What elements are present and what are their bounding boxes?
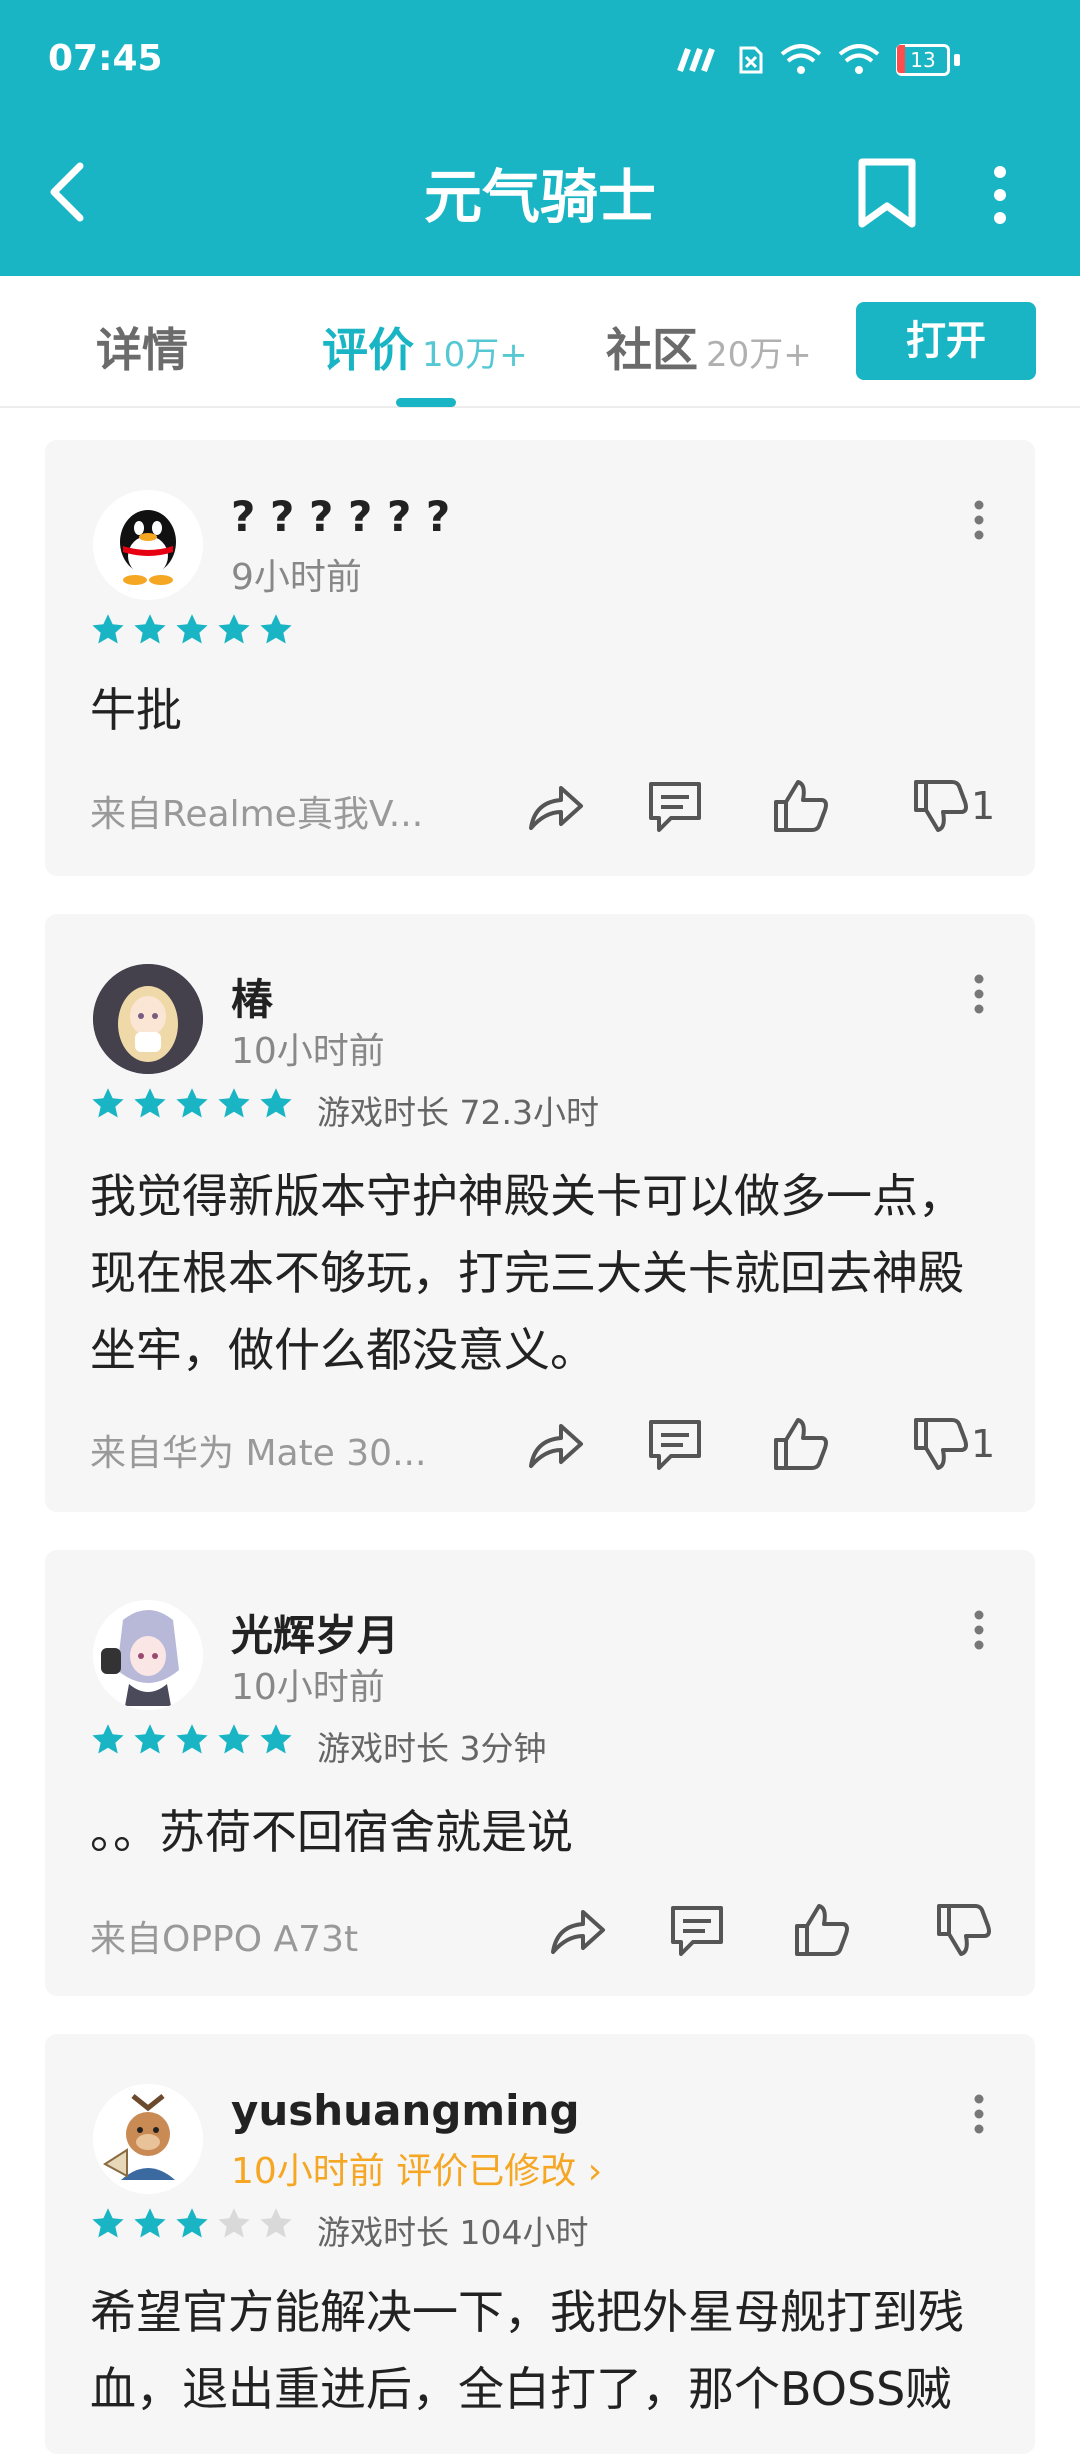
card-menu-icon[interactable] [973,2094,985,2134]
review-content[interactable]: 我觉得新版本守护神殿关卡可以做多一点，现在根本不够玩，打完三大关卡就回去神殿坐牢… [90,1158,990,1389]
review-username[interactable]: ? ? ? ? ? ? [231,492,450,541]
review-username[interactable]: 光辉岁月 [231,1602,399,1663]
star-filled-icon [134,614,166,644]
review-card: ? ? ? ? ? ? 9小时前 牛批 来自Realme真我V... 1 [45,440,1035,876]
tab-reviews[interactable]: 评价 10万+ [322,314,528,380]
star-filled-icon [92,614,124,644]
comment-icon[interactable] [645,1416,705,1472]
wifi-icon-2 [838,44,880,74]
more-options-button[interactable] [980,160,1020,230]
tab-reviews-count: 10万+ [422,335,528,375]
star-filled-icon [260,1724,292,1754]
review-content[interactable]: 希望官方能解决一下，我把外星母舰打到残血，退出重进后，全白打了，那个BOSS贼 [90,2274,990,2428]
rating-stars [90,612,294,648]
playtime: 游戏时长 104小时 [317,2213,589,2252]
avatar[interactable] [93,964,203,1074]
avatar[interactable] [93,2084,203,2194]
cartoon-scholar-avatar-icon [93,2084,203,2194]
dislike-icon[interactable] [910,778,970,834]
star-filled-icon [134,1088,166,1118]
anime-warrior-avatar-icon [93,1600,203,1710]
star-filled-icon [92,2208,124,2238]
tab-community-count: 20万+ [706,335,812,375]
card-menu-icon[interactable] [973,974,985,1014]
playtime: 游戏时长 3分钟 [317,1729,547,1768]
share-icon[interactable] [547,1902,607,1958]
review-device: 来自OPPO A73t [90,1919,359,1960]
star-filled-icon [260,1088,292,1118]
status-icons: 13 [676,44,960,76]
wifi-icon [780,44,822,74]
playtime: 游戏时长 72.3小时 [317,1093,599,1132]
tab-details-label: 详情 [96,323,188,377]
comment-icon[interactable] [645,778,705,834]
review-time: 10小时前 [231,1667,385,1708]
tab-community-label: 社区 [606,323,698,377]
active-tab-indicator [396,398,456,407]
share-icon[interactable] [525,1416,585,1472]
review-time: 10小时前 [231,1031,385,1072]
anime-girl-avatar-icon [93,964,203,1074]
rating-stars [90,1722,294,1758]
star-filled-icon [134,1724,166,1754]
review-username[interactable]: yushuangming [231,2086,580,2135]
review-card: yushuangming 10小时前 评价已修改 › 游戏时长 104小时 希望… [45,2034,1035,2454]
star-filled-icon [92,1088,124,1118]
like-icon[interactable] [770,778,830,834]
star-filled-icon [260,614,292,644]
star-empty-icon [260,2208,292,2238]
app-header: 07:45 13 元气骑士 [0,0,1080,276]
status-time: 07:45 [48,38,163,79]
card-menu-icon[interactable] [973,1610,985,1650]
review-username[interactable]: 椿 [231,966,273,1027]
dislike-icon[interactable] [933,1902,993,1958]
star-empty-icon [218,2208,250,2238]
review-card: 光辉岁月 10小时前 游戏时长 3分钟 。。苏荷不回宿舍就是说 来自OPPO A… [45,1550,1035,1996]
open-app-button[interactable]: 打开 [856,302,1036,380]
tab-reviews-label: 评价 [322,323,414,377]
share-icon[interactable] [525,778,585,834]
sim-icon [739,46,763,74]
avatar[interactable] [93,1600,203,1710]
dislike-count: 1 [971,784,996,828]
like-icon[interactable] [791,1902,851,1958]
review-content[interactable]: 牛批 [90,672,990,749]
review-card: 椿 10小时前 游戏时长 72.3小时 我觉得新版本守护神殿关卡可以做多一点，现… [45,914,1035,1512]
review-device: 来自Realme真我V... [90,794,424,835]
star-filled-icon [218,1724,250,1754]
review-device: 来自华为 Mate 30... [90,1433,427,1474]
tab-details[interactable]: 详情 [96,314,188,380]
comment-icon[interactable] [667,1902,727,1958]
star-filled-icon [176,614,208,644]
penguin-avatar-icon [93,490,203,600]
review-content[interactable]: 。。苏荷不回宿舍就是说 [90,1794,990,1871]
battery-level: 13 [910,48,936,72]
dislike-icon[interactable] [910,1416,970,1472]
review-time: 9小时前 [231,557,362,598]
bookmark-button[interactable] [854,156,920,230]
rating-stars [90,2206,294,2242]
star-filled-icon [134,2208,166,2238]
star-filled-icon [92,1724,124,1754]
star-filled-icon [218,1088,250,1118]
star-filled-icon [176,1724,208,1754]
star-filled-icon [176,1088,208,1118]
battery-icon: 13 [896,44,950,76]
star-filled-icon [218,614,250,644]
star-filled-icon [176,2208,208,2238]
rating-stars [90,1086,294,1122]
card-menu-icon[interactable] [973,500,985,540]
review-time-edited[interactable]: 10小时前 评价已修改 › [231,2142,602,2194]
avatar[interactable] [93,490,203,600]
dislike-count: 1 [971,1422,996,1466]
like-icon[interactable] [770,1416,830,1472]
tab-community[interactable]: 社区 20万+ [606,314,812,380]
signal-icon [677,47,715,73]
